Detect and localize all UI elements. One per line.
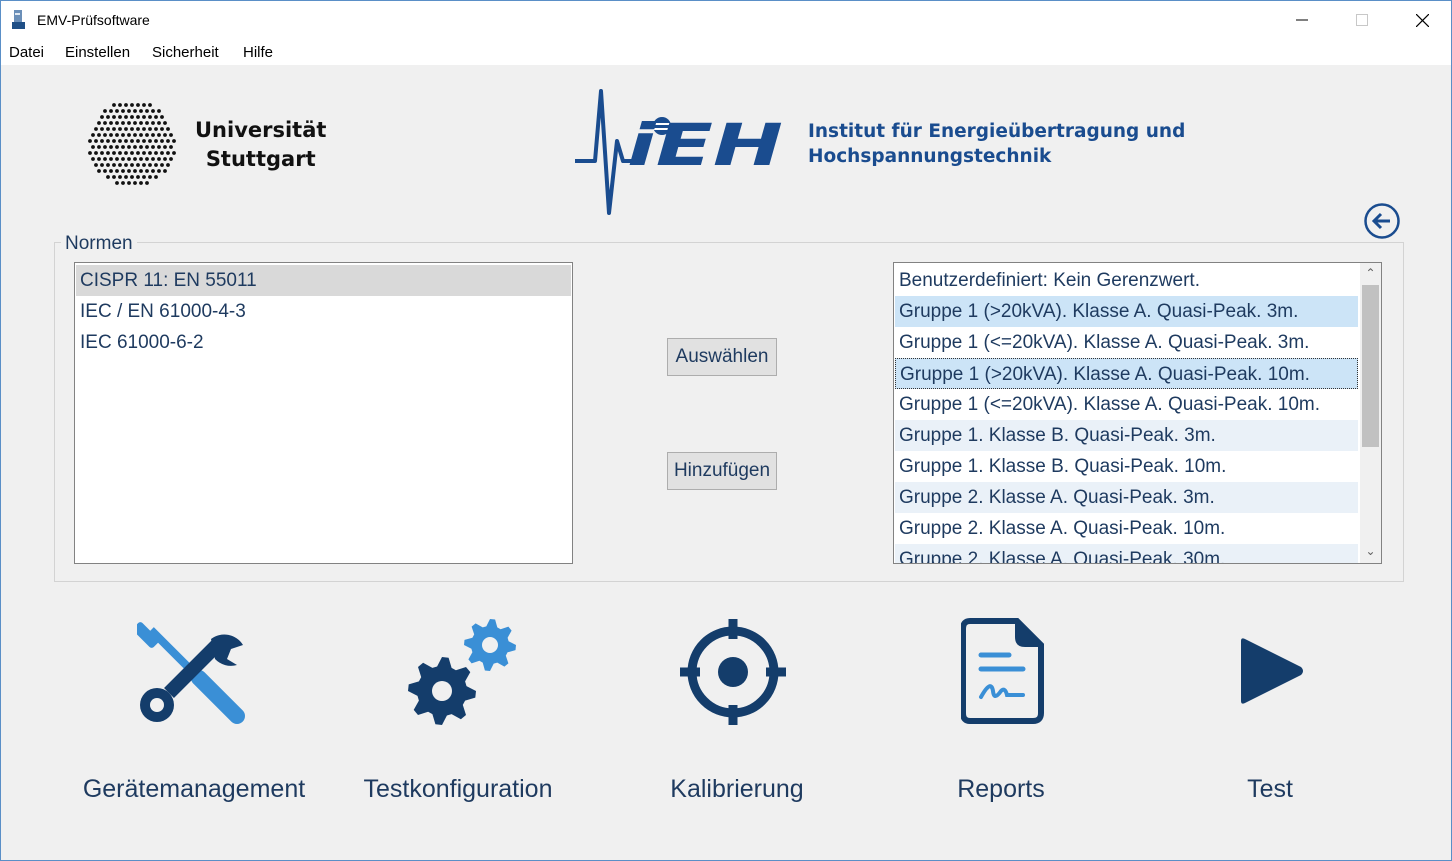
university-logo-text: Universität Stuttgart (195, 116, 326, 174)
ieh-institute-name: Institut für Energieübertragung und Hoch… (808, 119, 1185, 169)
menu-bar: Datei Einstellen Sicherheit Hilfe (1, 39, 1451, 65)
back-button[interactable] (1363, 202, 1401, 240)
maximize-button[interactable] (1331, 1, 1393, 39)
add-button[interactable]: Hinzufügen (667, 452, 777, 490)
nav-calibration-label[interactable]: Kalibrierung (649, 775, 825, 804)
limits-scrollbar[interactable]: ⌃ ⌄ (1360, 263, 1381, 563)
university-city: Stuttgart (205, 147, 316, 171)
limits-listbox[interactable]: Benutzerdefiniert: Kein Gerenzwert. Grup… (893, 262, 1382, 564)
ieh-line-2: Hochspannungstechnik (808, 146, 1052, 167)
ieh-line-1: Institut für Energieübertragung und (808, 121, 1186, 142)
gears-icon[interactable] (406, 615, 518, 727)
limit-item[interactable]: Gruppe 1. Klasse B. Quasi-Peak. 3m. (895, 420, 1358, 451)
norm-item-iec-61000-4-3[interactable]: IEC / EN 61000-4-3 (76, 296, 571, 327)
menu-einstellen[interactable]: Einstellen (65, 44, 130, 61)
close-button[interactable] (1391, 1, 1452, 39)
limit-item[interactable]: Gruppe 1. Klasse B. Quasi-Peak. 10m. (895, 451, 1358, 482)
app-window: EMV-Prüfsoftware Datei Einstellen Sicher… (0, 0, 1452, 861)
norms-listbox[interactable]: CISPR 11: EN 55011 IEC / EN 61000-4-3 IE… (74, 262, 573, 564)
select-button[interactable]: Auswählen (667, 338, 777, 376)
ieh-logo: iEH (575, 89, 783, 215)
nav-test-label[interactable]: Test (1229, 775, 1311, 804)
menu-hilfe[interactable]: Hilfe (243, 44, 273, 61)
limit-item[interactable]: Gruppe 1 (>20kVA). Klasse A. Quasi-Peak.… (895, 296, 1358, 327)
menu-sicherheit[interactable]: Sicherheit (152, 44, 219, 61)
chevron-down-icon[interactable]: ⌄ (1360, 541, 1381, 561)
nav-config-label[interactable]: Testkonfiguration (341, 775, 575, 804)
nav-reports-label[interactable]: Reports (941, 775, 1061, 804)
limit-item[interactable]: Gruppe 2. Klasse A. Quasi-Peak. 3m. (895, 482, 1358, 513)
nav-devices-label[interactable]: Gerätemanagement (63, 775, 325, 804)
minimize-button[interactable] (1271, 1, 1333, 39)
limit-item[interactable]: Gruppe 1 (>20kVA). Klasse A. Quasi-Peak.… (895, 358, 1358, 389)
chevron-up-icon[interactable]: ⌃ (1360, 263, 1381, 283)
normen-group-title: Normen (61, 233, 137, 255)
title-bar: EMV-Prüfsoftware (1, 1, 1451, 39)
ieh-logo-mark: iEH (627, 111, 783, 179)
target-icon[interactable] (678, 617, 788, 727)
app-icon (12, 10, 25, 29)
norm-item-cispr11[interactable]: CISPR 11: EN 55011 (76, 265, 571, 296)
menu-datei[interactable]: Datei (9, 44, 44, 61)
play-icon[interactable] (1237, 637, 1305, 705)
limit-item[interactable]: Gruppe 1 (<=20kVA). Klasse A. Quasi-Peak… (895, 327, 1358, 358)
arrow-left-icon (1371, 212, 1390, 230)
window-title: EMV-Prüfsoftware (37, 12, 150, 28)
university-name: Universität (195, 118, 327, 142)
limit-item[interactable]: Gruppe 1 (<=20kVA). Klasse A. Quasi-Peak… (895, 389, 1358, 420)
maximize-icon (1356, 14, 1368, 26)
scrollbar-thumb[interactable] (1362, 285, 1379, 447)
close-icon (1415, 13, 1429, 27)
limit-item[interactable]: Gruppe 2. Klasse A. Quasi-Peak. 30m. (895, 544, 1358, 563)
minimize-icon (1296, 19, 1308, 21)
university-seal-logo (88, 103, 176, 185)
report-document-icon[interactable] (961, 617, 1045, 725)
limit-item[interactable]: Gruppe 2. Klasse A. Quasi-Peak. 10m. (895, 513, 1358, 544)
norm-item-iec-61000-6-2[interactable]: IEC 61000-6-2 (76, 327, 571, 358)
tools-icon[interactable] (137, 615, 249, 727)
limit-item[interactable]: Benutzerdefiniert: Kein Gerenzwert. (895, 265, 1358, 296)
